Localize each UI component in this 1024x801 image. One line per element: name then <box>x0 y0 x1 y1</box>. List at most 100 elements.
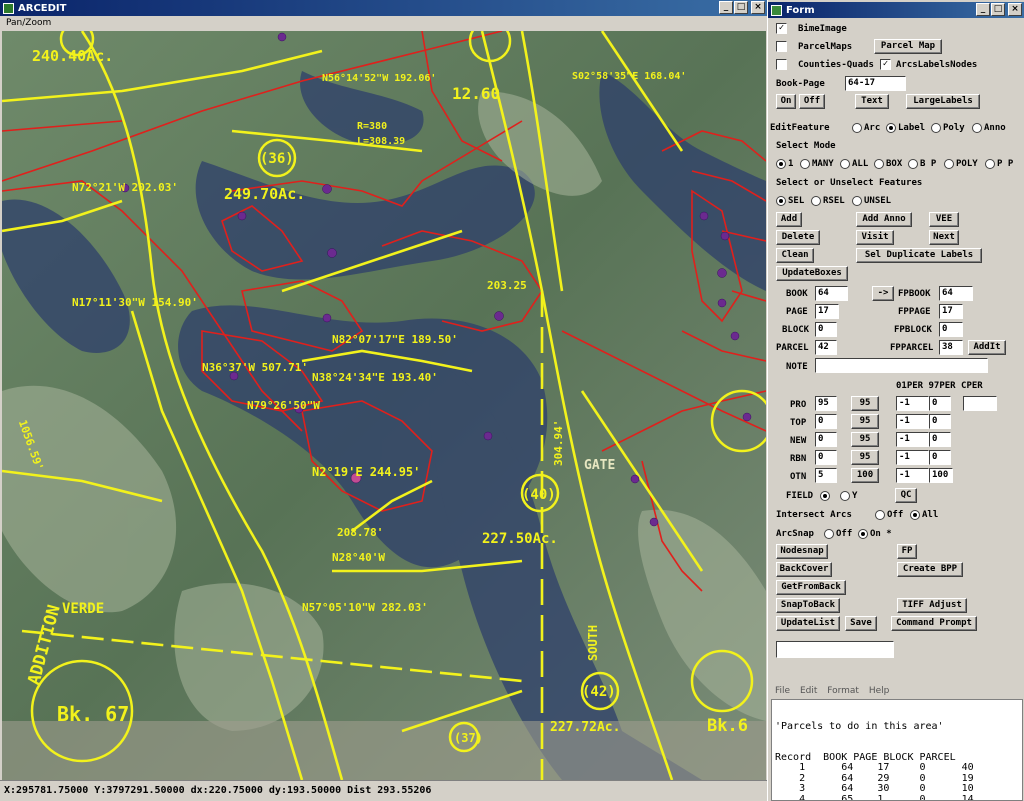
otn-set-button[interactable]: 100 <box>851 468 879 483</box>
parcelmaps-checkbox[interactable] <box>776 41 787 52</box>
bimeimage-checkbox[interactable]: ✓ <box>776 23 787 34</box>
select-mode-many-radio[interactable] <box>800 159 810 169</box>
save-button[interactable]: Save <box>845 616 877 631</box>
delete-button[interactable]: Delete <box>776 230 820 245</box>
menu-pan-zoom[interactable]: Pan/Zoom <box>6 18 51 28</box>
addit-button[interactable]: AddIt <box>968 340 1006 355</box>
cper-input[interactable] <box>963 396 997 411</box>
map-canvas[interactable]: 240.40Ac. N56°14'52"W 192.06' 12.60 (36)… <box>2 31 766 780</box>
fpbook-input[interactable]: 64 <box>939 286 973 301</box>
arcedit-titlebar[interactable]: ARCEDIT _ □ × <box>0 0 767 16</box>
top-input[interactable]: 0 <box>815 414 837 429</box>
nodesnap-button[interactable]: Nodesnap <box>776 544 828 559</box>
select-mode-poly-radio[interactable] <box>944 159 954 169</box>
select-mode-bp-radio[interactable] <box>908 159 918 169</box>
menu-format[interactable]: Format <box>827 686 859 696</box>
page-input[interactable]: 17 <box>815 304 839 319</box>
maximize-icon[interactable]: □ <box>991 3 1005 16</box>
new-01per-input[interactable]: -1 <box>896 432 929 447</box>
select-mode-1-radio[interactable] <box>776 159 786 169</box>
vee-button[interactable]: VEE <box>929 212 959 227</box>
intersect-off-radio[interactable] <box>875 510 885 520</box>
otn-97per-input[interactable]: 100 <box>929 468 953 483</box>
menu-help[interactable]: Help <box>869 686 890 696</box>
parcel-input[interactable]: 42 <box>815 340 837 355</box>
fpparcel-input[interactable]: 38 <box>939 340 963 355</box>
otn-input[interactable]: 5 <box>815 468 837 483</box>
rbn-input[interactable]: 0 <box>815 450 837 465</box>
unsel-radio[interactable] <box>852 196 862 206</box>
rbn-set-button[interactable]: 95 <box>851 450 879 465</box>
edit-feature-poly-label: Poly <box>943 123 965 133</box>
book-page-input[interactable]: 64-17 <box>845 76 906 91</box>
visit-button[interactable]: Visit <box>856 230 894 245</box>
next-button[interactable]: Next <box>929 230 959 245</box>
on-button[interactable]: On <box>776 94 796 109</box>
update-boxes-button[interactable]: UpdateBoxes <box>776 266 848 281</box>
intersect-all-radio[interactable] <box>910 510 920 520</box>
book-input[interactable]: 64 <box>815 286 848 301</box>
command-input[interactable] <box>776 641 894 658</box>
getfromback-button[interactable]: GetFromBack <box>776 580 846 595</box>
arcsnap-on-radio[interactable] <box>858 529 868 539</box>
select-mode-box-radio[interactable] <box>874 159 884 169</box>
updatelist-button[interactable]: UpdateList <box>776 616 840 631</box>
parcel-map-button[interactable]: Parcel Map <box>874 39 942 54</box>
field-y-radio[interactable] <box>840 491 850 501</box>
field-blank-radio[interactable] <box>820 491 830 501</box>
minimize-icon[interactable]: _ <box>719 1 733 14</box>
menu-file[interactable]: File <box>775 686 790 696</box>
rbn-01per-input[interactable]: -1 <box>896 450 929 465</box>
pro-97per-input[interactable]: 0 <box>929 396 951 411</box>
edit-feature-arc-radio[interactable] <box>852 123 862 133</box>
clean-button[interactable]: Clean <box>776 248 814 263</box>
counties-quads-checkbox[interactable] <box>776 59 787 70</box>
off-button[interactable]: Off <box>799 94 825 109</box>
edit-feature-arc-label: Arc <box>864 123 881 133</box>
sel-duplicate-labels-button[interactable]: Sel Duplicate Labels <box>856 248 982 263</box>
notepad-text-area[interactable]: 'Parcels to do in this area' Record BOOK… <box>771 699 1023 801</box>
menu-edit[interactable]: Edit <box>800 686 817 696</box>
pro-set-button[interactable]: 95 <box>851 396 879 411</box>
snaptoback-button[interactable]: SnapToBack <box>776 598 840 613</box>
otn-01per-input[interactable]: -1 <box>896 468 929 483</box>
new-97per-input[interactable]: 0 <box>929 432 951 447</box>
pro-01per-input[interactable]: -1 <box>896 396 929 411</box>
fppage-input[interactable]: 17 <box>939 304 963 319</box>
create-bpp-button[interactable]: Create BPP <box>897 562 963 577</box>
edit-feature-poly-radio[interactable] <box>931 123 941 133</box>
close-icon[interactable]: × <box>751 1 765 14</box>
add-anno-button[interactable]: Add Anno <box>856 212 912 227</box>
add-button[interactable]: Add <box>776 212 802 227</box>
edit-feature-label-radio[interactable] <box>886 123 896 133</box>
large-labels-button[interactable]: LargeLabels <box>906 94 980 109</box>
new-set-button[interactable]: 95 <box>851 432 879 447</box>
form-titlebar[interactable]: Form _ □ × <box>768 2 1024 18</box>
text-button[interactable]: Text <box>855 94 889 109</box>
maximize-icon[interactable]: □ <box>734 1 748 14</box>
command-prompt-button[interactable]: Command Prompt <box>891 616 977 631</box>
top-01per-input[interactable]: -1 <box>896 414 929 429</box>
top-97per-input[interactable]: 0 <box>929 414 951 429</box>
new-input[interactable]: 0 <box>815 432 837 447</box>
arcslabelsnodes-checkbox[interactable]: ✓ <box>880 59 891 70</box>
select-mode-pp-radio[interactable] <box>985 159 995 169</box>
select-mode-all-radio[interactable] <box>840 159 850 169</box>
qc-button[interactable]: QC <box>895 488 917 503</box>
rsel-radio[interactable] <box>811 196 821 206</box>
rbn-97per-input[interactable]: 0 <box>929 450 951 465</box>
top-set-button[interactable]: 95 <box>851 414 879 429</box>
backcover-button[interactable]: BackCover <box>776 562 832 577</box>
edit-feature-anno-radio[interactable] <box>972 123 982 133</box>
copy-arrow-button[interactable]: -> <box>872 286 894 301</box>
block-input[interactable]: 0 <box>815 322 837 337</box>
sel-radio[interactable] <box>776 196 786 206</box>
fpblock-input[interactable]: 0 <box>939 322 963 337</box>
tiff-adjust-button[interactable]: TIFF Adjust <box>897 598 967 613</box>
arcsnap-off-radio[interactable] <box>824 529 834 539</box>
fp-button[interactable]: FP <box>897 544 917 559</box>
close-icon[interactable]: × <box>1008 3 1022 16</box>
note-input[interactable] <box>815 358 988 373</box>
pro-input[interactable]: 95 <box>815 396 837 411</box>
minimize-icon[interactable]: _ <box>976 3 990 16</box>
